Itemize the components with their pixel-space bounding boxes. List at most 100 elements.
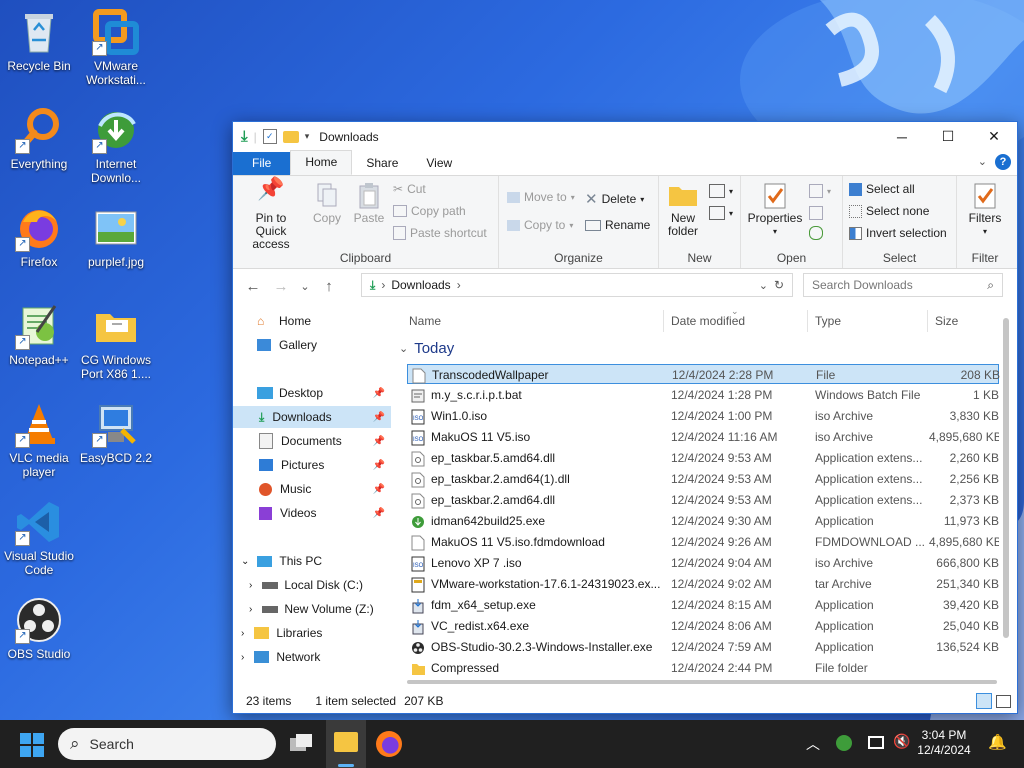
paste-button[interactable]: Paste	[349, 182, 389, 225]
task-view-icon[interactable]	[290, 734, 314, 752]
column-header-size[interactable]: Size	[935, 308, 995, 334]
expand-chevron-icon[interactable]: ›	[249, 604, 252, 615]
search-box[interactable]: Search Downloads ⌕	[803, 273, 1003, 297]
filters-button[interactable]: Filters ▾	[961, 182, 1009, 238]
nav-item-gallery[interactable]: Gallery	[233, 334, 391, 356]
help-icon[interactable]: ?	[995, 154, 1011, 170]
nav-item-documents[interactable]: Documents 📌	[233, 430, 391, 452]
desktop-icon-everything[interactable]: ↗ Everything	[0, 106, 82, 171]
desktop-icon-obs[interactable]: ↗ OBS Studio	[0, 596, 82, 661]
table-row[interactable]: ISO Lenovo XP 7 .iso 12/4/2024 9:04 AM iso …	[407, 553, 999, 573]
desktop-icon-notepadpp[interactable]: ↗ Notepad++	[0, 302, 82, 367]
address-path-box[interactable]: ⤓ › Downloads › ⌄ ↻	[361, 273, 793, 297]
tab-view[interactable]: View	[412, 152, 466, 175]
back-arrow-icon[interactable]: ←	[239, 278, 267, 295]
pin-icon[interactable]: 📌	[373, 460, 385, 471]
customize-toolbar-chevron-icon[interactable]: ▾	[305, 131, 310, 142]
history-button[interactable]	[809, 226, 823, 240]
horizontal-scrollbar[interactable]	[407, 680, 997, 684]
table-row[interactable]: ISO Win1.0.iso 12/4/2024 1:00 PM iso Archiv…	[407, 406, 999, 426]
table-row[interactable]: OBS-Studio-30.2.3-Windows-Installer.exe 1…	[407, 637, 999, 657]
nav-item-libraries[interactable]: › Libraries	[233, 622, 391, 644]
table-row[interactable]: ep_taskbar.2.amd64.dll 12/4/2024 9:53 AM A…	[407, 490, 999, 510]
tab-home[interactable]: Home	[290, 150, 353, 175]
expand-chevron-icon[interactable]: ⌄	[241, 556, 249, 567]
forward-arrow-icon[interactable]: →	[267, 278, 295, 295]
show-hidden-icons-chevron-icon[interactable]: ︿	[806, 734, 820, 754]
collapse-ribbon-chevron-icon[interactable]: ⌄	[978, 155, 987, 168]
move-to-button[interactable]: Move to ▾	[507, 190, 575, 204]
table-row[interactable]: ep_taskbar.5.amd64.dll 12/4/2024 9:53 AM A…	[407, 448, 999, 468]
expand-chevron-icon[interactable]: ›	[241, 652, 244, 663]
properties-button[interactable]: Properties ▾	[745, 182, 805, 238]
vertical-scrollbar[interactable]	[1003, 318, 1009, 638]
nav-item-network[interactable]: › Network	[233, 646, 391, 668]
close-button[interactable]: ✕	[971, 122, 1017, 151]
nav-item-downloads[interactable]: ⤓ Downloads 📌	[233, 406, 391, 428]
nav-item-local-disk[interactable]: › Local Disk (C:)	[233, 574, 391, 596]
notification-bell-icon[interactable]: 🔔	[988, 733, 1007, 751]
recent-locations-chevron-icon[interactable]: ⌄	[295, 280, 315, 293]
nav-item-new-volume[interactable]: › New Volume (Z:)	[233, 598, 391, 620]
cut-button[interactable]: ✂ Cut	[393, 182, 426, 196]
desktop-icon-cg-windows[interactable]: CG Windows Port X86 1....	[73, 302, 159, 381]
taskbar-search-box[interactable]: ⌕ Search	[58, 728, 276, 760]
pin-icon[interactable]: 📌	[373, 388, 385, 399]
rename-button[interactable]: Rename	[585, 218, 650, 232]
desktop-icon-vscode[interactable]: ↗ Visual Studio Code	[0, 498, 82, 577]
volume-muted-icon[interactable]: 🔇	[893, 733, 910, 750]
nav-item-videos[interactable]: Videos 📌	[233, 502, 391, 524]
select-none-button[interactable]: Select none	[849, 204, 929, 218]
desktop-icon-idm[interactable]: ↗ Internet Downlo...	[73, 106, 159, 185]
desktop-icon-recycle-bin[interactable]: Recycle Bin	[0, 8, 82, 73]
table-row[interactable]: ISO MakuOS 11 V5.iso 12/4/2024 11:16 AM iso…	[407, 427, 999, 447]
expand-chevron-icon[interactable]: ›	[241, 628, 244, 639]
idm-tray-icon[interactable]	[836, 735, 852, 751]
table-row[interactable]: fdm_x64_setup.exe 12/4/2024 8:15 AM Applic…	[407, 595, 999, 615]
table-row[interactable]: ep_taskbar.2.amd64(1).dll 12/4/2024 9:53 …	[407, 469, 999, 489]
pin-icon[interactable]: 📌	[373, 436, 385, 447]
pin-icon[interactable]: 📌	[373, 508, 385, 519]
maximize-button[interactable]: ☐	[925, 122, 971, 151]
search-input[interactable]: Search Downloads	[812, 278, 987, 292]
up-arrow-icon[interactable]: ↑	[315, 278, 343, 295]
column-header-type[interactable]: Type	[815, 308, 915, 334]
details-view-icon[interactable]	[976, 693, 992, 709]
invert-selection-button[interactable]: Invert selection	[849, 226, 947, 240]
copy-button[interactable]: Copy	[307, 182, 347, 225]
minimize-button[interactable]: ─	[879, 122, 925, 151]
copy-path-button[interactable]: Copy path	[393, 204, 466, 218]
new-folder-button[interactable]: New folder	[663, 182, 703, 238]
desktop-icon-easybcd[interactable]: ↗ EasyBCD 2.2	[73, 400, 159, 465]
taskbar-firefox-icon[interactable]	[376, 731, 402, 757]
expand-chevron-icon[interactable]: ›	[249, 580, 252, 591]
title-bar[interactable]: ⤓ | ✓ ▾ Downloads ─ ☐ ✕	[233, 122, 1017, 151]
nav-item-home[interactable]: ⌂ Home	[233, 310, 391, 332]
new-folder-icon[interactable]	[282, 130, 299, 143]
nav-item-pictures[interactable]: Pictures 📌	[233, 454, 391, 476]
taskbar-clock[interactable]: 3:04 PM 12/4/2024	[912, 728, 976, 758]
paste-shortcut-button[interactable]: Paste shortcut	[393, 226, 487, 240]
desktop-icon-vlc[interactable]: ↗ VLC media player	[0, 400, 82, 479]
desktop-icon-purplef[interactable]: purplef.jpg	[73, 204, 159, 269]
taskbar-file-explorer-icon[interactable]	[326, 720, 366, 768]
tab-share[interactable]: Share	[352, 152, 412, 175]
table-row[interactable]: idman642build25.exe 12/4/2024 9:30 AM Appl…	[407, 511, 999, 531]
network-tray-icon[interactable]	[868, 736, 884, 749]
new-item-button[interactable]: ▾	[709, 184, 733, 198]
table-row[interactable]: VMware-workstation-17.6.1-24319023.ex...…	[407, 574, 999, 594]
nav-item-music[interactable]: Music 📌	[233, 478, 391, 500]
path-dropdown-chevron-icon[interactable]: ⌄	[759, 279, 768, 292]
start-windows-icon[interactable]	[20, 733, 44, 757]
nav-item-this-pc[interactable]: ⌄ This PC	[233, 550, 391, 572]
tab-file[interactable]: File	[233, 152, 291, 175]
desktop-icon-vmware[interactable]: ↗ VMware Workstati...	[73, 8, 159, 87]
properties-checkbox-icon[interactable]: ✓	[262, 129, 277, 144]
group-header-today[interactable]: ⌄ Today	[399, 340, 454, 357]
open-button[interactable]: ▾	[809, 184, 831, 198]
nav-item-desktop[interactable]: Desktop 📌	[233, 382, 391, 404]
table-row[interactable]: MakuOS 11 V5.iso.fdmdownload 12/4/2024 9:…	[407, 532, 999, 552]
table-row[interactable]: m.y_s.c.r.i.p.t.bat 12/4/2024 1:28 PM Wind…	[407, 385, 999, 405]
desktop-icon-firefox[interactable]: ↗ Firefox	[0, 204, 82, 269]
breadcrumb-downloads[interactable]: Downloads	[391, 278, 450, 292]
